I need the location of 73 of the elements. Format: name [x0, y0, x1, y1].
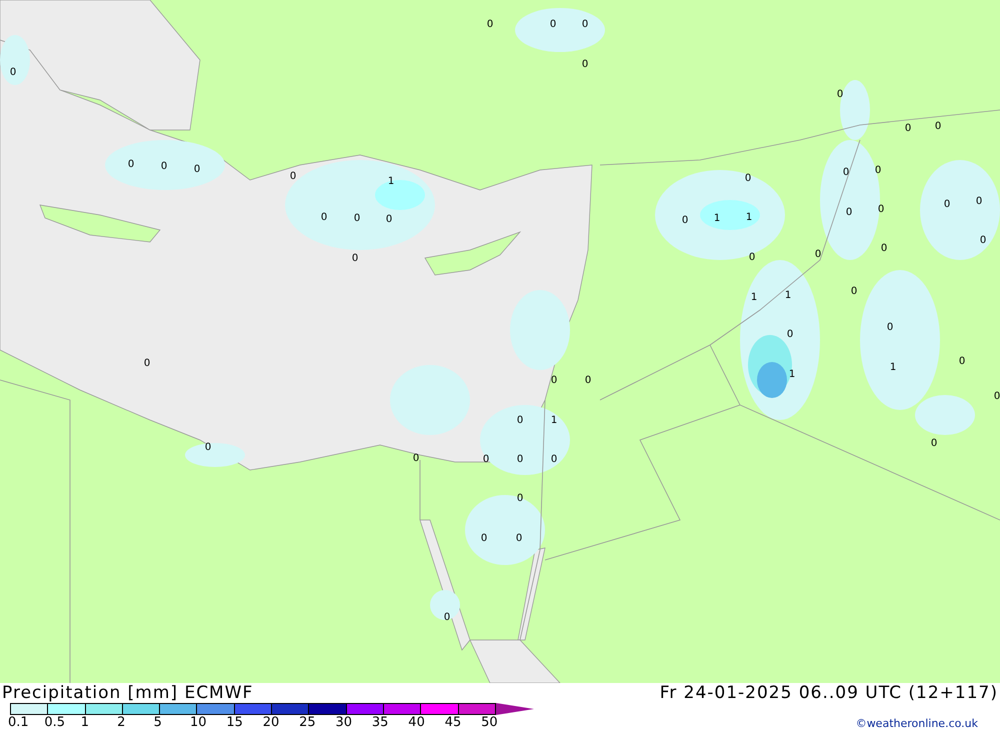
precipitation-value: 0: [842, 167, 850, 178]
scale-label: 40: [408, 715, 426, 730]
scale-label: 1: [80, 715, 90, 730]
precipitation-value: 1: [714, 213, 720, 224]
credit-text: ©weatheronline.co.uk: [856, 717, 978, 730]
precipitation-value: 0: [290, 171, 296, 182]
precipitation-value: 0: [412, 453, 420, 464]
precipitation-value: 0: [958, 356, 966, 367]
precipitation-value: 0: [550, 454, 558, 465]
scale-label: 25: [299, 715, 317, 730]
precipitation-value: 0: [550, 375, 558, 386]
precipitation-value: 0: [880, 243, 888, 254]
precipitation-value: 0: [10, 67, 16, 78]
precipitation-value: 0: [516, 493, 524, 504]
scale-label: 20: [262, 715, 280, 730]
precipitation-value: 1: [550, 415, 558, 426]
scale-label: 35: [372, 715, 390, 730]
scale-label: 5: [154, 715, 163, 730]
precipitation-value: 0: [204, 442, 212, 453]
precipitation-value: 0: [582, 59, 588, 70]
scale-label: 10: [190, 715, 208, 730]
scale-label: 0.1: [8, 715, 30, 730]
precipitation-value: 0: [994, 391, 1000, 402]
precipitation-value: 0: [584, 375, 592, 386]
precipitation-value: 0: [682, 215, 688, 226]
precipitation-value: 1: [788, 369, 796, 380]
precipitation-value: 0: [878, 204, 884, 215]
precipitation-value: 1: [890, 362, 896, 373]
precipitation-value: 1: [750, 292, 758, 303]
scale-label: 50: [481, 715, 499, 730]
precipitation-value: 0: [352, 253, 358, 264]
precipitation-value: 1: [388, 176, 394, 187]
precipitation-value: 0: [128, 159, 134, 170]
color-scale-arrow: [496, 703, 534, 715]
precipitation-value: 0: [934, 121, 942, 132]
precipitation-value: 0: [976, 196, 982, 207]
precipitation-value: 0: [744, 173, 752, 184]
precipitation-value: 0: [486, 19, 494, 30]
precipitation-value: 0: [904, 123, 912, 134]
scale-label: 30: [336, 715, 354, 730]
precipitation-value: 0: [930, 438, 938, 449]
precipitation-value: 0: [482, 454, 490, 465]
precipitation-value: 0: [786, 329, 794, 340]
precipitation-value: 1: [746, 212, 752, 223]
precipitation-value: 0: [320, 212, 328, 223]
precipitation-value: 0: [814, 249, 822, 260]
legend-title: Precipitation [mm] ECMWF: [2, 683, 254, 703]
precipitation-value: 0: [480, 533, 488, 544]
precipitation-value: 0: [836, 89, 844, 100]
precipitation-value: 0: [886, 322, 894, 333]
precipitation-value: 0: [354, 213, 360, 224]
precipitation-value: 0: [874, 165, 882, 176]
precipitation-value: 0: [846, 207, 852, 218]
precipitation-value: 0: [944, 199, 950, 210]
valid-time: Fr 24-01-2025 06..09 UTC (12+117): [660, 683, 998, 703]
precipitation-value: 0: [144, 358, 150, 369]
precipitation-value: 0: [444, 612, 450, 623]
precipitation-value: 0: [980, 235, 986, 246]
precipitation-value: 0: [194, 164, 200, 175]
precipitation-value: 0: [516, 415, 524, 426]
precipitation-value: 1: [784, 290, 792, 301]
precipitation-value: 0: [550, 19, 556, 30]
scale-label: 15: [226, 715, 244, 730]
scale-label: 0.5: [44, 715, 66, 730]
precipitation-value: 0: [748, 252, 756, 263]
precipitation-value: 0: [160, 161, 168, 172]
precipitation-value: 0: [516, 454, 524, 465]
precipitation-value: 0: [582, 19, 588, 30]
scale-label: 2: [117, 715, 126, 730]
precipitation-value: 0: [386, 214, 392, 225]
precipitation-value: 0: [850, 286, 858, 297]
scale-label: 45: [444, 715, 462, 730]
precipitation-value: 0: [516, 533, 522, 544]
